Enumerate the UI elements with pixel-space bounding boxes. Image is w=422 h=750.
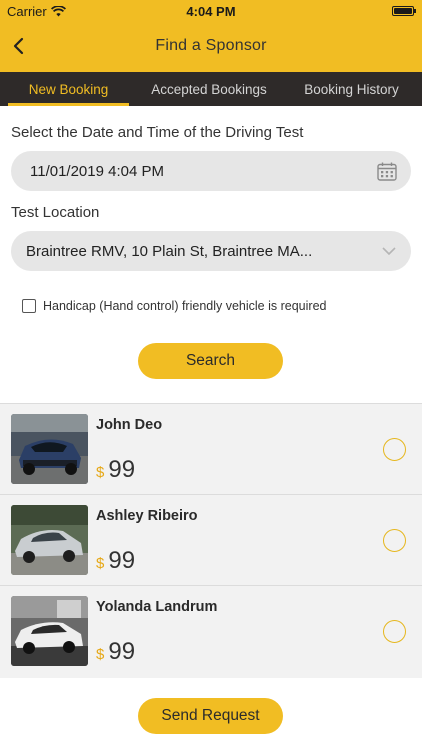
sponsor-card[interactable]: Ashley Ribeiro $ 99 xyxy=(0,494,422,584)
battery-icon xyxy=(392,6,416,16)
sponsor-name: John Deo xyxy=(96,417,163,433)
handicap-checkbox[interactable] xyxy=(22,299,36,313)
car-photo xyxy=(11,414,88,484)
currency-symbol: $ xyxy=(96,464,105,481)
status-time: 4:04 PM xyxy=(186,4,236,19)
search-button[interactable]: Search xyxy=(138,343,283,379)
price-amount: 99 xyxy=(108,638,136,665)
tab-new-booking[interactable]: New Booking xyxy=(0,72,137,106)
calendar-icon[interactable] xyxy=(377,162,397,181)
car-photo xyxy=(11,596,88,666)
price-amount: 99 xyxy=(108,547,136,574)
sponsor-card[interactable]: John Deo $ 99 xyxy=(0,403,422,493)
price-amount: 99 xyxy=(108,456,136,483)
handicap-option: Handicap (Hand control) friendly vehicle… xyxy=(22,299,326,313)
date-time-field[interactable]: 11/01/2019 4:04 PM xyxy=(11,151,411,191)
sponsor-card[interactable]: Yolanda Landrum $ 99 xyxy=(0,585,422,675)
sponsor-price: $ 99 xyxy=(96,547,135,575)
select-radio[interactable] xyxy=(383,620,406,643)
sponsor-name: Yolanda Landrum xyxy=(96,599,218,615)
date-label: Select the Date and Time of the Driving … xyxy=(11,124,304,141)
sponsor-name: Ashley Ribeiro xyxy=(96,508,198,524)
sponsor-price: $ 99 xyxy=(96,638,135,666)
car-photo xyxy=(11,505,88,575)
location-dropdown[interactable]: Braintree RMV, 10 Plain St, Braintree MA… xyxy=(11,231,411,271)
sponsor-list: John Deo $ 99 Ashley Ribeiro $ 99 Yoland… xyxy=(0,403,422,678)
date-time-value: 11/01/2019 4:04 PM xyxy=(30,162,164,180)
currency-symbol: $ xyxy=(96,646,105,663)
send-request-button[interactable]: Send Request xyxy=(138,698,283,734)
location-label: Test Location xyxy=(11,204,100,221)
sponsor-price: $ 99 xyxy=(96,456,135,484)
page-title: Find a Sponsor xyxy=(155,37,267,54)
chevron-down-icon xyxy=(382,247,396,256)
app-header: Carrier 4:04 PM Find a Sponsor xyxy=(0,0,422,72)
tab-booking-history[interactable]: Booking History xyxy=(281,72,422,106)
location-value: Braintree RMV, 10 Plain St, Braintree MA… xyxy=(26,242,313,260)
tab-accepted-bookings[interactable]: Accepted Bookings xyxy=(137,72,281,106)
tab-bar: New Booking Accepted Bookings Booking Hi… xyxy=(0,72,422,106)
currency-symbol: $ xyxy=(96,555,105,572)
status-bar: Carrier 4:04 PM xyxy=(0,0,422,22)
handicap-label: Handicap (Hand control) friendly vehicle… xyxy=(43,299,327,313)
select-radio[interactable] xyxy=(383,438,406,461)
select-radio[interactable] xyxy=(383,529,406,552)
